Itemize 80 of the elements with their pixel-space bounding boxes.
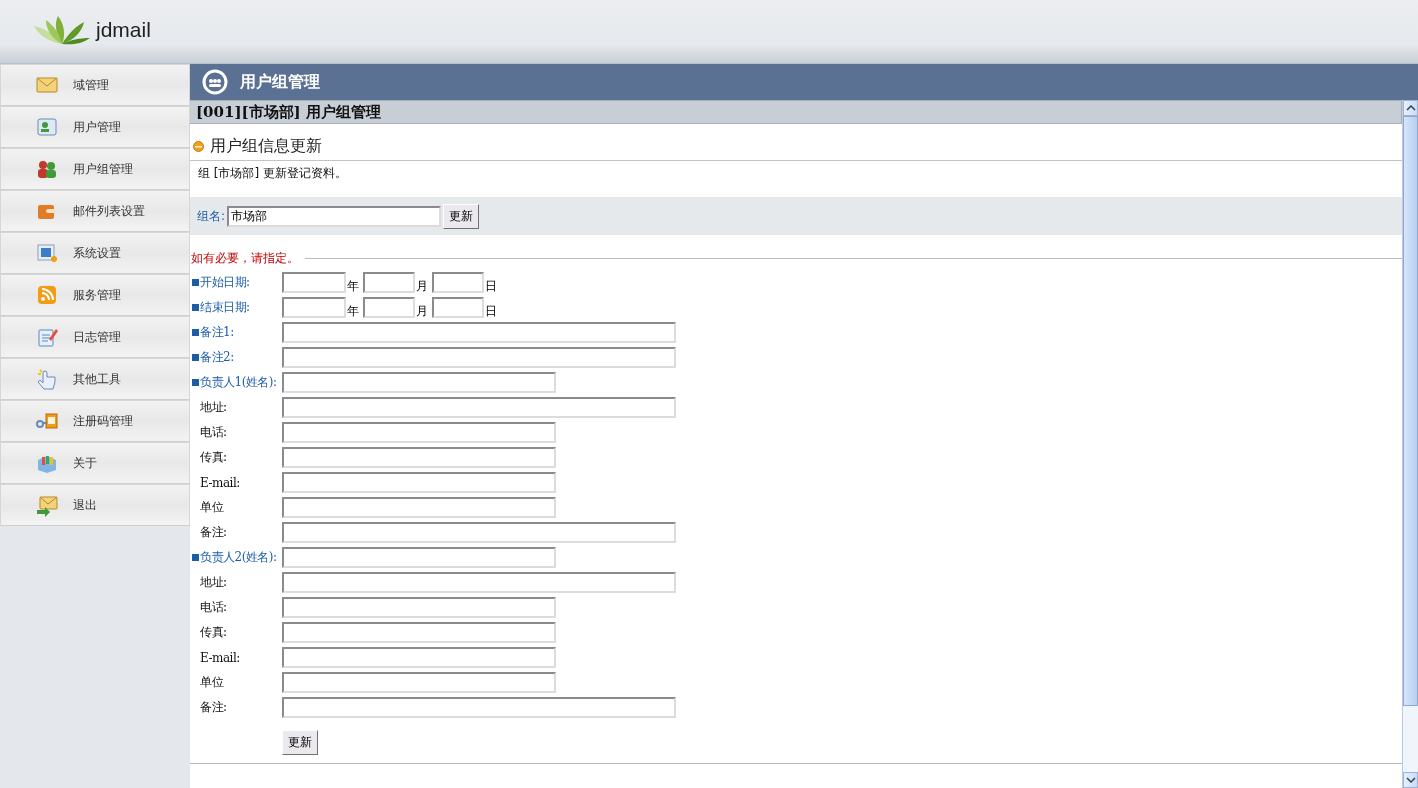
optional-note: 如有必要，请指定。 bbox=[190, 249, 299, 267]
sidebar-item[interactable]: 用户组管理 bbox=[0, 148, 190, 190]
form-title: 用户组信息更新 bbox=[210, 136, 322, 157]
text-field[interactable] bbox=[282, 372, 556, 393]
field-label: 开始日期: bbox=[200, 274, 250, 291]
sidebar-item[interactable]: 域管理 bbox=[0, 64, 190, 106]
date-unit: 年 bbox=[347, 304, 359, 318]
scrollbar-thumb[interactable] bbox=[1403, 116, 1418, 707]
field-label: E-mail: bbox=[200, 650, 240, 665]
date-field[interactable] bbox=[282, 272, 346, 293]
envelope-arrow-icon bbox=[35, 493, 59, 517]
date-unit: 月 bbox=[416, 304, 428, 318]
sidebar-item[interactable]: 关于 bbox=[0, 442, 190, 484]
text-field[interactable] bbox=[282, 697, 676, 718]
sidebar-item[interactable]: 系统设置 bbox=[0, 232, 190, 274]
date-field[interactable] bbox=[363, 272, 415, 293]
sidebar-item[interactable]: 用户管理 bbox=[0, 106, 190, 148]
update-button[interactable]: 更新 bbox=[443, 203, 480, 229]
monitor-icon bbox=[35, 241, 59, 265]
id-card-icon bbox=[35, 115, 59, 139]
sidebar-item[interactable]: 邮件列表设置 bbox=[0, 190, 190, 232]
field-label: 备注: bbox=[200, 524, 227, 541]
field-label: 电话: bbox=[200, 424, 227, 441]
sidebar-item[interactable]: 服务管理 bbox=[0, 274, 190, 316]
text-field[interactable] bbox=[282, 397, 676, 418]
field-label: 传真: bbox=[200, 624, 227, 641]
field-label: 负责人2(姓名): bbox=[200, 549, 277, 566]
field-label: 地址: bbox=[200, 574, 227, 591]
date-unit: 月 bbox=[416, 279, 428, 293]
date-field[interactable] bbox=[432, 297, 484, 318]
date-unit: 日 bbox=[485, 304, 497, 318]
text-field[interactable] bbox=[282, 647, 556, 668]
scrollbar[interactable] bbox=[1402, 100, 1418, 788]
field-label: 单位 bbox=[200, 499, 223, 516]
group-name-label: 组名: bbox=[197, 207, 226, 225]
text-field[interactable] bbox=[282, 322, 676, 343]
date-field[interactable] bbox=[432, 272, 484, 293]
text-field[interactable] bbox=[282, 622, 556, 643]
chevron-down-icon bbox=[1405, 777, 1416, 783]
bullet-icon bbox=[193, 141, 204, 152]
date-field[interactable] bbox=[363, 297, 415, 318]
logo-text: jdmail bbox=[96, 17, 151, 42]
field-label: 电话: bbox=[200, 599, 227, 616]
sidebar-item[interactable]: 其他工具 bbox=[0, 358, 190, 400]
field-label: 传真: bbox=[200, 449, 227, 466]
pointing-hand-icon bbox=[35, 367, 59, 391]
text-field[interactable] bbox=[282, 572, 676, 593]
sidebar-item[interactable]: 日志管理 bbox=[0, 316, 190, 358]
field-label: 备注2: bbox=[200, 349, 234, 366]
sidebar-item[interactable]: 注册码管理 bbox=[0, 400, 190, 442]
text-field[interactable] bbox=[282, 547, 556, 568]
field-label: 负责人1(姓名): bbox=[200, 374, 277, 391]
chevron-up-icon bbox=[1405, 105, 1416, 111]
text-field[interactable] bbox=[282, 422, 556, 443]
scroll-up-button[interactable] bbox=[1403, 100, 1418, 116]
field-label: 地址: bbox=[200, 399, 227, 416]
text-field[interactable] bbox=[282, 497, 556, 518]
field-label: 结束日期: bbox=[200, 299, 250, 316]
date-field[interactable] bbox=[282, 297, 346, 318]
text-field[interactable] bbox=[282, 672, 556, 693]
page-title: 用户组管理 bbox=[240, 71, 320, 93]
group-name-field[interactable]: 市场部 bbox=[227, 205, 442, 227]
text-field[interactable] bbox=[282, 597, 556, 618]
submit-button[interactable]: 更新 bbox=[282, 730, 318, 755]
date-unit: 日 bbox=[485, 279, 497, 293]
text-field[interactable] bbox=[282, 347, 676, 368]
rss-icon bbox=[35, 283, 59, 307]
description: 组 [市场部] 更新登记资料。 bbox=[197, 165, 348, 182]
text-field[interactable] bbox=[282, 522, 676, 543]
field-label: 备注: bbox=[200, 699, 227, 716]
field-label: 单位 bbox=[200, 674, 223, 691]
field-label: 备注1: bbox=[200, 324, 234, 341]
group-icon bbox=[202, 69, 228, 95]
text-field[interactable] bbox=[282, 472, 556, 493]
section-header: [001][市场部] 用户组管理 bbox=[190, 100, 1402, 124]
sidebar-item[interactable]: 退出 bbox=[0, 484, 190, 526]
scroll-down-button[interactable] bbox=[1403, 772, 1418, 788]
text-field[interactable] bbox=[282, 447, 556, 468]
date-unit: 年 bbox=[347, 279, 359, 293]
field-label: E-mail: bbox=[200, 475, 240, 490]
